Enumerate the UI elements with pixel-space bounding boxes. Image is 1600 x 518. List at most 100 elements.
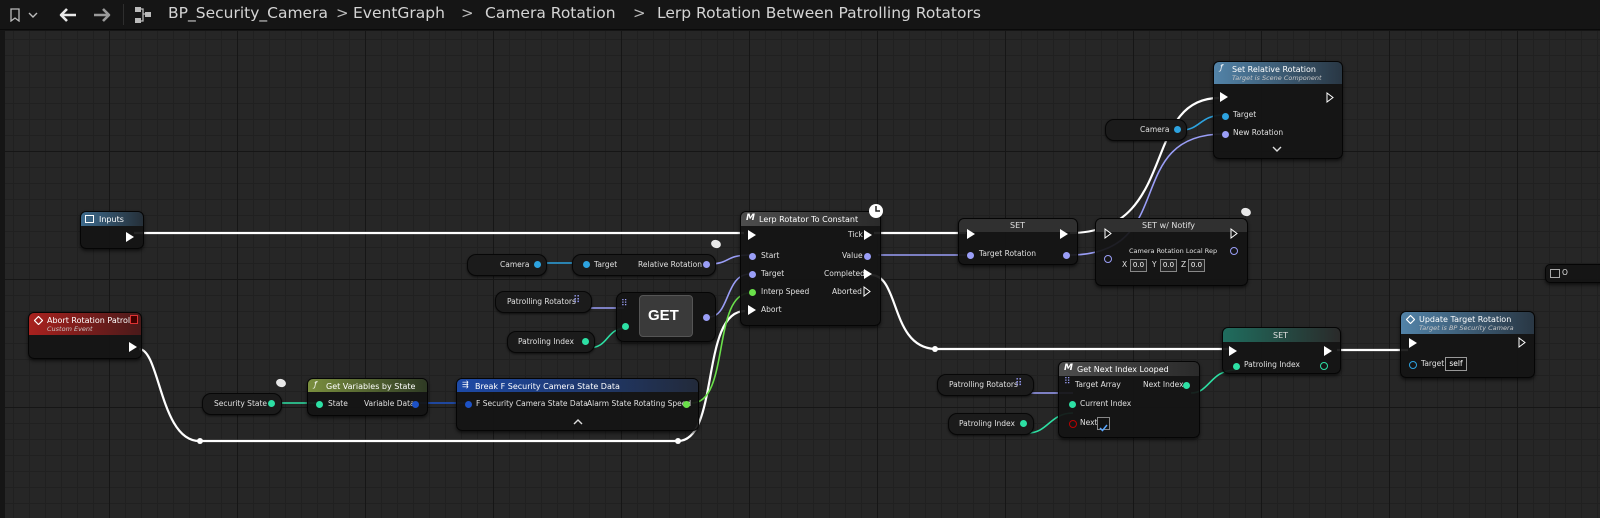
exec-in-pin[interactable] — [1220, 92, 1228, 102]
index-in-pin[interactable] — [622, 323, 629, 330]
exec-in-pin[interactable] — [748, 230, 756, 240]
z-input[interactable]: 0.0 — [1188, 259, 1205, 272]
completed-exec-pin[interactable] — [864, 269, 872, 279]
rotator-out-pin[interactable] — [703, 314, 710, 321]
target-label: Target — [1421, 359, 1445, 368]
abort-title: Abort Rotation Patrol — [47, 316, 131, 325]
int-out-pin[interactable] — [1183, 382, 1190, 389]
struct-in-pin[interactable] — [465, 401, 472, 408]
relative-rotation-node[interactable]: Target Relative Rotation — [572, 254, 716, 276]
state-in-pin[interactable] — [316, 401, 323, 408]
set-relative-rotation-title: Set Relative Rotation — [1232, 65, 1316, 74]
interp-speed-label: Interp Speed — [761, 287, 810, 296]
tick-exec-pin[interactable] — [864, 230, 872, 240]
exec-in-pin[interactable] — [1409, 338, 1417, 348]
rotator-in-pin[interactable] — [1104, 255, 1112, 263]
interp-speed-pin[interactable] — [749, 289, 756, 296]
set-with-notify-node[interactable]: SET w/ Notify Camera Rotation Local Rep … — [1095, 218, 1248, 286]
value-out-pin[interactable] — [864, 253, 871, 260]
aborted-exec-pin[interactable] — [863, 286, 872, 297]
lerp-rotator-node[interactable]: M Lerp Rotator To Constant Start Target … — [740, 211, 881, 326]
exec-out-pin[interactable] — [1230, 228, 1239, 239]
update-target-title: Update Target Rotation — [1419, 315, 1512, 324]
start-pin[interactable] — [749, 253, 756, 260]
exec-out-pin[interactable] — [1324, 346, 1332, 356]
variable-data-label: Variable Data — [364, 399, 415, 408]
collapse-arrow-icon[interactable] — [573, 419, 583, 425]
set-target-rotation-node[interactable]: SET Target Rotation — [958, 218, 1078, 265]
delegate-pin[interactable] — [130, 315, 138, 324]
x-input[interactable]: 0.0 — [1130, 259, 1147, 272]
target-in-pin[interactable] — [1222, 113, 1229, 120]
exec-out-pin[interactable] — [129, 342, 137, 352]
patrolling-rotators-variable[interactable]: Patrolling Rotators ⠿ — [495, 291, 592, 313]
lerp-title: Lerp Rotator To Constant — [759, 215, 859, 224]
target-label: Target — [1233, 110, 1257, 119]
y-label: Y — [1152, 260, 1157, 269]
camera-label: Camera — [1140, 125, 1170, 134]
inputs-title: Inputs — [99, 215, 124, 224]
camera-variable-node[interactable]: Camera — [1105, 119, 1187, 141]
exec-out-pin[interactable] — [1518, 337, 1527, 348]
patroling-index-variable[interactable]: Patroling Index — [948, 413, 1034, 435]
event-icon — [34, 316, 43, 325]
int-out-pin[interactable] — [582, 338, 589, 345]
array-in-pin[interactable]: ⠿ — [1064, 377, 1071, 387]
new-rotation-pin[interactable] — [1222, 131, 1229, 138]
get-next-index-looped-node[interactable]: M Get Next Index Looped ⠿ Target Array N… — [1058, 361, 1200, 438]
current-index-pin[interactable] — [1069, 401, 1076, 408]
self-input[interactable]: self — [1445, 357, 1467, 371]
abort-event-node[interactable]: Abort Rotation Patrol Custom Event — [28, 312, 142, 359]
bool-in-pin[interactable] — [1069, 420, 1077, 428]
exec-in-pin[interactable] — [967, 229, 975, 239]
exec-in-pin[interactable] — [1229, 346, 1237, 356]
int-out-pin[interactable] — [1320, 362, 1328, 370]
update-target-rotation-node[interactable]: Update Target Rotation Target is BP Secu… — [1400, 311, 1535, 378]
int-out-pin[interactable] — [1020, 420, 1027, 427]
inputs-node[interactable]: Inputs — [80, 211, 144, 249]
next-label: Next — [1080, 418, 1098, 427]
array-in-pin[interactable]: ⠿ — [621, 299, 628, 309]
y-input[interactable]: 0.0 — [1160, 259, 1177, 272]
camera-variable-node[interactable]: Camera — [467, 254, 547, 276]
camera-label: Camera — [500, 260, 530, 269]
break-struct-node[interactable]: ⇶ Break F Security Camera State Data F S… — [456, 378, 699, 431]
array-grid-icon: ⠿ — [573, 295, 581, 306]
float-out-pin[interactable] — [683, 401, 690, 408]
patrolling-rotators-variable[interactable]: Patrolling Rotators ⠿ — [937, 374, 1034, 396]
exec-wire — [870, 273, 1229, 351]
struct-out-pin[interactable] — [412, 401, 419, 408]
enum-out-pin[interactable] — [268, 400, 275, 407]
object-out-pin[interactable] — [534, 261, 541, 268]
security-state-variable[interactable]: Security State — [202, 393, 282, 415]
exec-out-pin[interactable] — [126, 232, 134, 242]
event-call-icon — [1406, 315, 1415, 324]
object-out-pin[interactable] — [1174, 126, 1181, 133]
target-in-pin[interactable] — [1409, 361, 1417, 369]
set-relative-rotation-node[interactable]: ƒ Set Relative Rotation Target is Scene … — [1213, 61, 1343, 159]
offscreen-node[interactable]: O — [1545, 264, 1600, 283]
current-index-label: Current Index — [1080, 399, 1132, 408]
get-variables-by-state-node[interactable]: ƒ Get Variables by State State Variable … — [307, 378, 428, 416]
rotator-out-pin[interactable] — [1230, 247, 1238, 255]
get-next-index-title: Get Next Index Looped — [1077, 365, 1169, 374]
target-in-pin[interactable] — [583, 261, 590, 268]
patroling-index-variable[interactable]: Patroling Index — [507, 331, 595, 353]
rotator-out-pin[interactable] — [1063, 252, 1070, 259]
rotator-out-pin[interactable] — [703, 261, 710, 268]
exec-out-pin[interactable] — [1326, 92, 1335, 103]
set-patroling-index-node[interactable]: SET Patroling Index — [1222, 327, 1341, 374]
target-label: Target — [761, 269, 785, 278]
rotator-in-pin[interactable] — [967, 252, 974, 259]
target-pin[interactable] — [749, 271, 756, 278]
int-in-pin[interactable] — [1233, 363, 1240, 370]
abort-exec-pin[interactable] — [748, 305, 756, 315]
checkmark-icon — [1099, 424, 1108, 432]
array-get-node[interactable]: ⠿ GET — [616, 292, 716, 342]
next-checkbox[interactable] — [1097, 417, 1110, 432]
chevron-down-icon[interactable] — [1272, 146, 1282, 152]
patrolling-rotators-label: Patrolling Rotators — [949, 380, 1018, 389]
exec-in-pin[interactable] — [1104, 228, 1113, 239]
reroute-node — [197, 438, 203, 444]
exec-out-pin[interactable] — [1060, 229, 1068, 239]
